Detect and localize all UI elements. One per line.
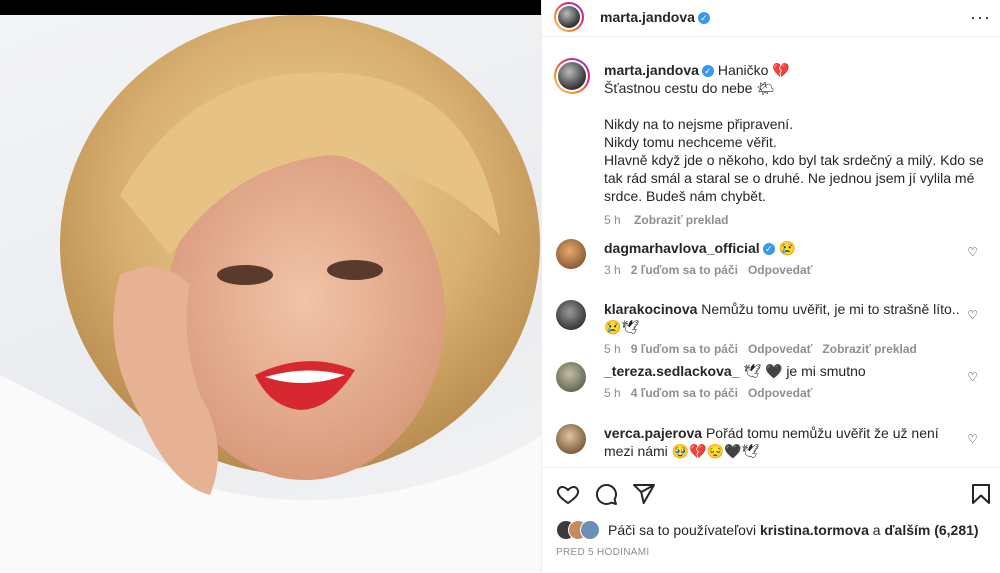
commenter-avatar[interactable]: [556, 424, 586, 454]
portrait-image: [0, 15, 541, 572]
caption-line-5: Hlavně když jde o někoho, kdo byl tak sr…: [604, 152, 984, 204]
verified-badge-icon: ✓: [701, 65, 714, 78]
post-actions: Páči sa to používateľovi kristina.tormov…: [542, 467, 1000, 573]
caption-line-2: [604, 97, 984, 115]
share-icon[interactable]: [632, 482, 656, 506]
post-timestamp[interactable]: PRED 5 HODINAMI: [556, 547, 649, 558]
comment-username[interactable]: dagmarhavlova_official: [604, 240, 760, 256]
post-caption: marta.jandova ✓ Haničko 💔 Šťastnou cestu …: [604, 61, 984, 227]
likes-mid: a: [872, 522, 881, 538]
comment-time: 5 h: [604, 342, 621, 356]
post-photo[interactable]: [0, 15, 541, 572]
bookmark-icon[interactable]: [969, 482, 993, 506]
comment-text: 😢: [778, 240, 796, 256]
post-header: marta.jandova ✓ ···: [542, 0, 1000, 37]
comment-likes[interactable]: 2 ľuďom sa to páči: [631, 263, 738, 277]
commenter-avatar[interactable]: [556, 239, 586, 269]
comment-time: 5 h: [604, 386, 621, 400]
comment-username[interactable]: _tereza.sedlackova_: [604, 363, 739, 379]
liker-username[interactable]: kristina.tormova: [760, 522, 869, 538]
likes-summary: Páči sa to používateľovi kristina.tormov…: [608, 522, 979, 538]
reply-button[interactable]: Odpovedať: [748, 263, 812, 277]
commenter-avatar[interactable]: [556, 300, 586, 330]
reply-button[interactable]: Odpovedať: [748, 342, 812, 356]
caption-line-3: Nikdy na to nejsme připravení.: [604, 116, 794, 132]
likes-prefix: Páči sa to používateľovi: [608, 522, 757, 538]
caption-line-1: Šťastnou cestu do nebe 🌤: [604, 80, 775, 96]
comment-like-heart-icon[interactable]: ♡: [967, 308, 978, 322]
comment-icon[interactable]: [594, 482, 618, 506]
comment-time: 3 h: [604, 263, 621, 277]
author-username[interactable]: marta.jandova: [600, 9, 695, 25]
translate-link[interactable]: Zobraziť preklad: [822, 342, 916, 356]
likes-others[interactable]: ďalším (6,281): [884, 522, 978, 538]
caption-line-0: Haničko 💔: [717, 62, 790, 78]
reply-button[interactable]: Odpovedať: [748, 386, 812, 400]
verified-badge-icon: ✓: [762, 243, 775, 256]
post-side-panel: marta.jandova ✓ ··· marta.jandova ✓ Haničk…: [541, 0, 1000, 572]
comment-username[interactable]: verca.pajerova: [604, 425, 702, 441]
author-avatar[interactable]: [554, 2, 584, 32]
comment-likes[interactable]: 9 ľuďom sa to páči: [631, 342, 738, 356]
more-options-icon[interactable]: ···: [970, 7, 991, 28]
caption-avatar[interactable]: [554, 58, 590, 94]
translate-link[interactable]: Zobraziť preklad: [634, 213, 728, 227]
caption-line-4: Nikdy tomu nechceme věřit.: [604, 134, 777, 150]
comment-like-heart-icon[interactable]: ♡: [967, 432, 978, 446]
heart-icon[interactable]: [556, 482, 580, 506]
photo-top-bar: [0, 0, 541, 15]
commenter-avatar[interactable]: [556, 362, 586, 392]
comment-username[interactable]: klarakocinova: [604, 301, 697, 317]
comment-like-heart-icon[interactable]: ♡: [967, 370, 978, 384]
caption-time: 5 h: [604, 213, 621, 227]
verified-badge-icon: ✓: [697, 11, 710, 24]
comment-likes[interactable]: 4 ľuďom sa to páči: [631, 386, 738, 400]
comment-like-heart-icon[interactable]: ♡: [967, 245, 978, 259]
caption-username[interactable]: marta.jandova: [604, 62, 699, 78]
comment-text: 🕊 🖤 je mi smutno: [743, 363, 866, 379]
